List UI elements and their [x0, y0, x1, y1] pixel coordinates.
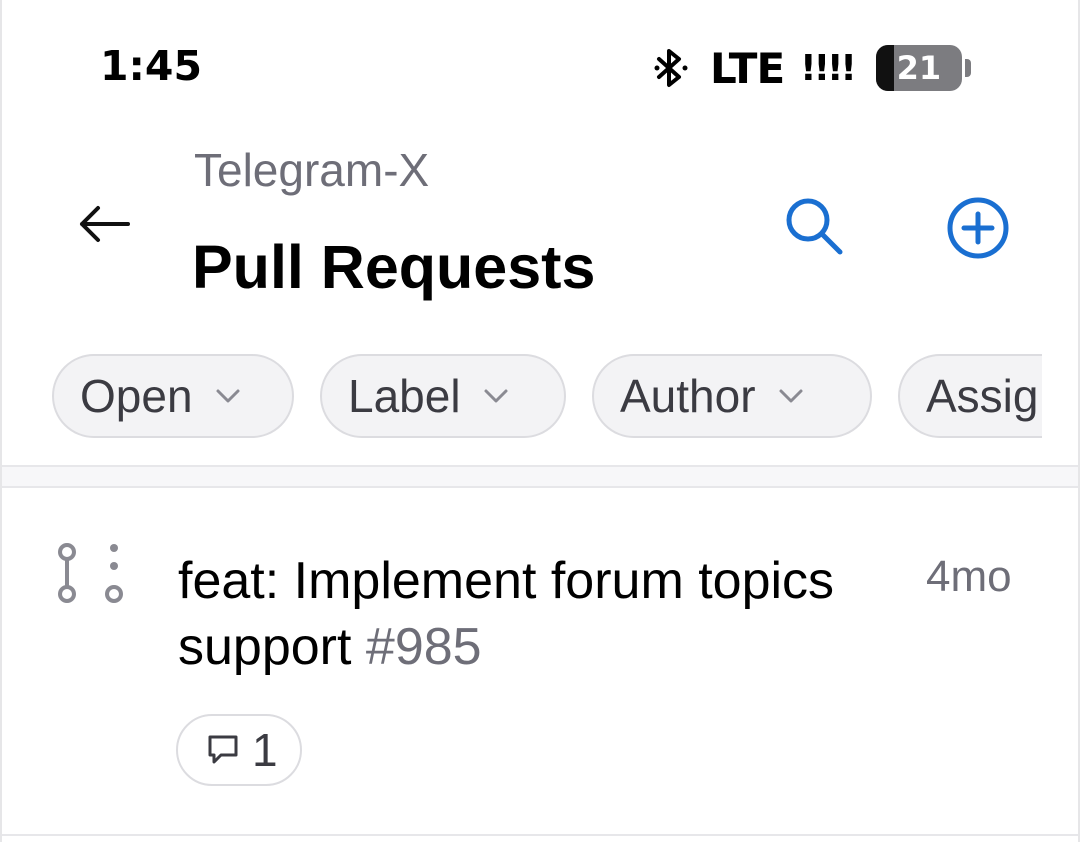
battery-percent: 21 — [896, 49, 942, 87]
battery-nub — [964, 59, 971, 77]
filter-chip-label: Open — [80, 370, 193, 422]
repo-name[interactable]: Telegram-X — [194, 143, 429, 197]
comment-count: 1 — [252, 724, 278, 776]
filter-chip-label: Author — [620, 370, 756, 422]
chevron-down-icon — [484, 389, 508, 403]
back-button[interactable] — [74, 200, 134, 248]
pull-request-title: feat: Implement forum topics support #98… — [178, 548, 838, 680]
filter-label-chip[interactable]: Label — [320, 354, 566, 438]
arrow-left-icon — [80, 206, 130, 242]
comment-count-badge: 1 — [176, 714, 302, 786]
search-button[interactable] — [782, 194, 846, 258]
app-screen: 1:45 LTE !!!! 21 Telegram-X Pull Request… — [0, 0, 1080, 842]
pull-request-title-text: feat: Implement forum topics support — [178, 552, 835, 676]
status-indicators: LTE !!!! 21 — [654, 40, 971, 96]
search-icon — [786, 198, 843, 255]
status-time: 1:45 — [100, 42, 202, 90]
plus-circle-icon — [947, 197, 1009, 259]
filter-bar: Open Label Author Assig — [52, 354, 1042, 442]
filter-state-chip[interactable]: Open — [52, 354, 294, 438]
filter-chip-label: Assig — [926, 370, 1039, 422]
pull-request-number: #985 — [365, 618, 482, 676]
section-gap — [2, 467, 1078, 487]
bluetooth-icon — [654, 49, 688, 87]
draft-pull-request-icon — [58, 543, 123, 603]
network-type: LTE — [710, 43, 785, 93]
chevron-down-icon — [216, 389, 240, 403]
filter-author-chip[interactable]: Author — [592, 354, 872, 438]
pull-request-row[interactable]: feat: Implement forum topics support #98… — [2, 488, 1078, 834]
filter-assignee-chip[interactable]: Assig — [898, 354, 1042, 438]
chevron-down-icon — [779, 389, 803, 403]
battery-indicator: 21 — [875, 45, 962, 91]
comment-icon — [208, 735, 238, 764]
signal-strength: !!!! — [800, 47, 857, 89]
pull-request-age: 4mo — [926, 552, 1012, 601]
new-pull-request-button[interactable] — [944, 194, 1012, 262]
page-title: Pull Requests — [192, 233, 596, 301]
divider — [2, 834, 1078, 836]
filter-chip-label: Label — [348, 370, 461, 422]
